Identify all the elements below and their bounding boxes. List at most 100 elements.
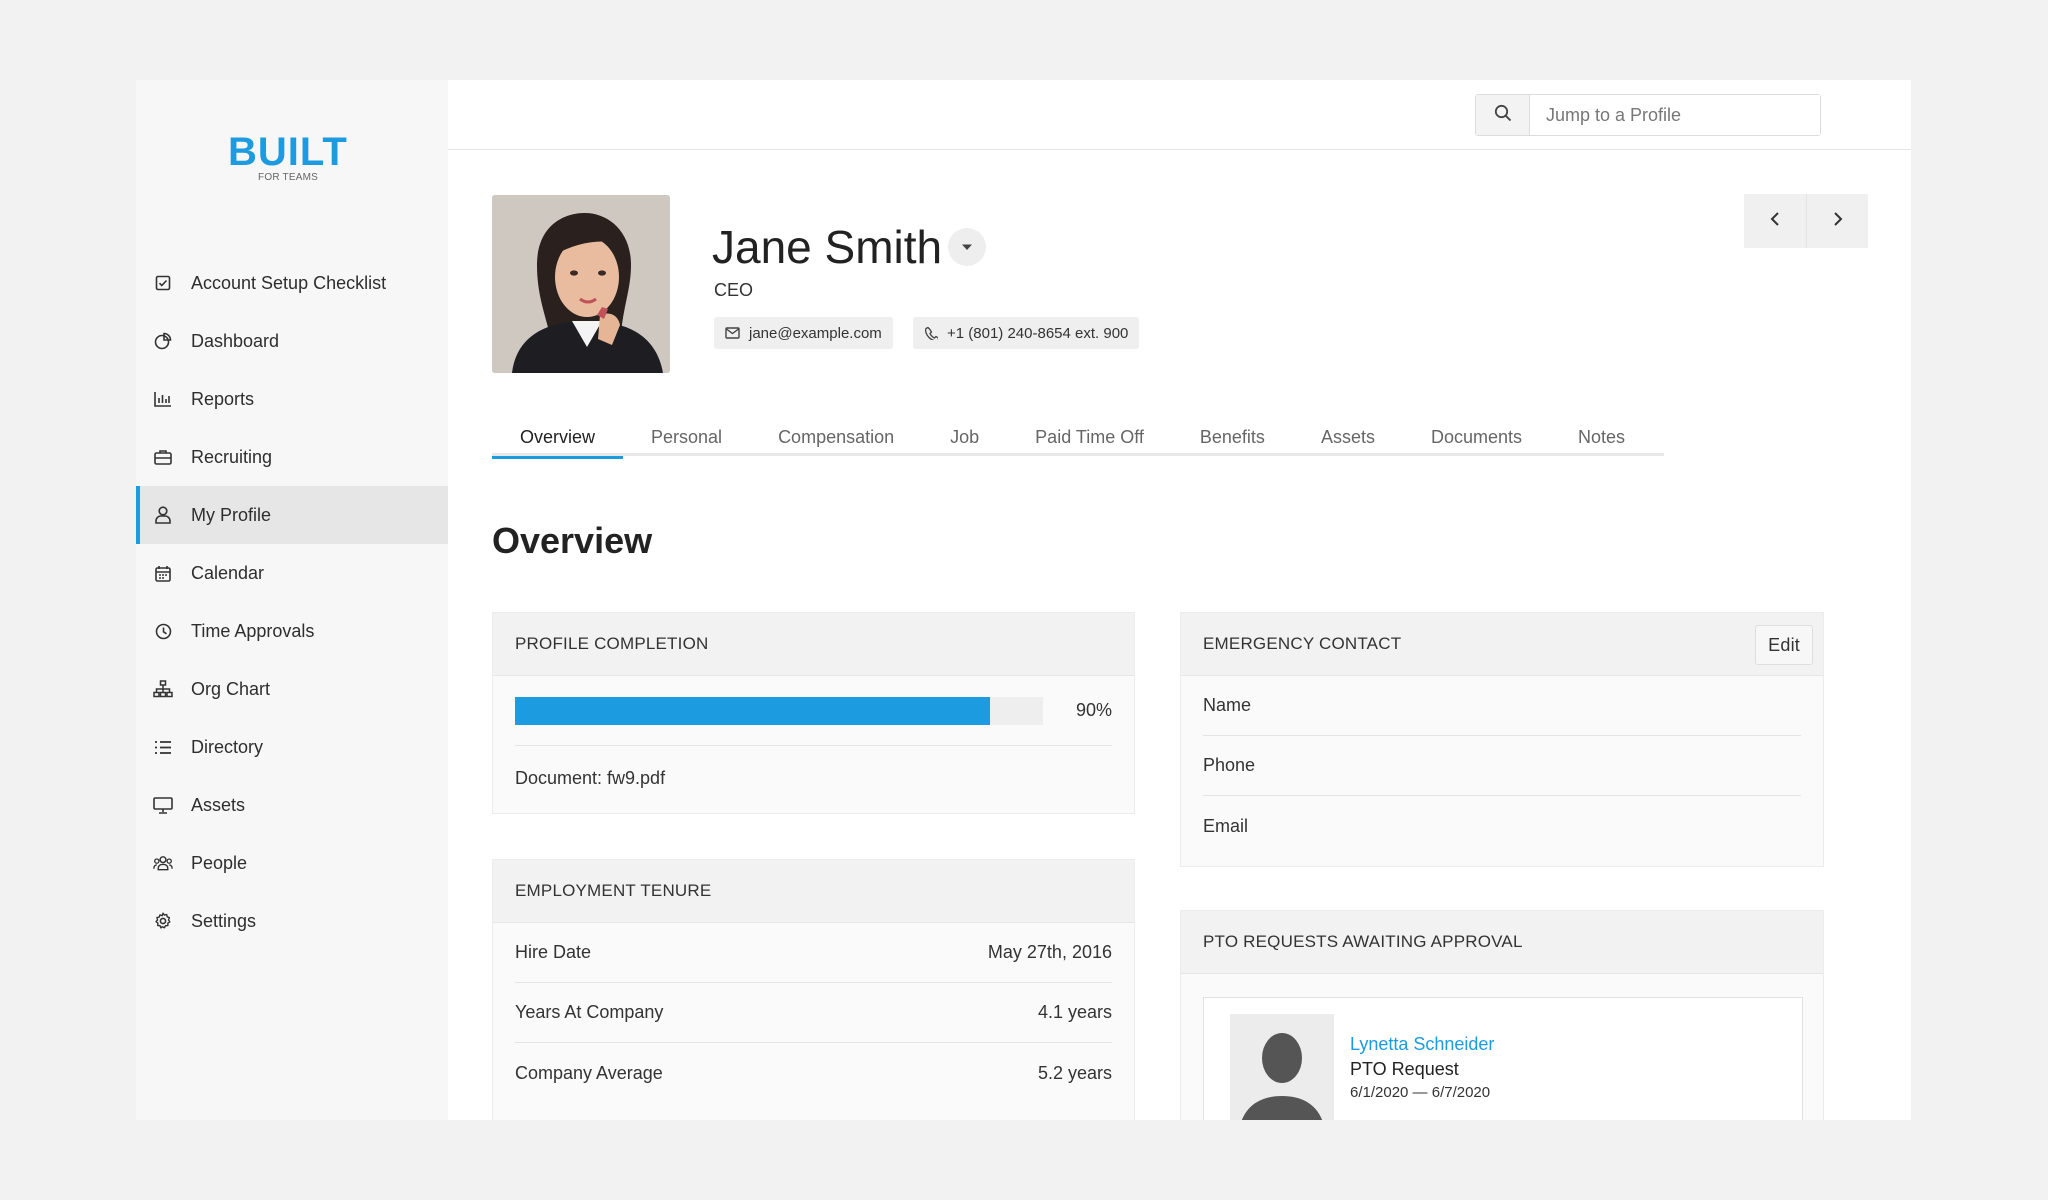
tab-personal[interactable]: Personal <box>623 418 750 456</box>
sidebar-item-label: Account Setup Checklist <box>191 272 387 293</box>
sidebar-item-directory[interactable]: Directory <box>136 718 448 776</box>
tenure-label: Company Average <box>515 1062 663 1083</box>
profile-search <box>1475 94 1821 136</box>
sidebar-item-label: Calendar <box>191 562 265 583</box>
phone-text: +1 (801) 240-8654 ext. 900 <box>947 324 1129 342</box>
tab-job[interactable]: Job <box>922 418 1007 456</box>
missing-document-row[interactable]: Document: fw9.pdf <box>515 746 1112 811</box>
profile-pager <box>1744 194 1868 248</box>
sidebar-item-label: Recruiting <box>191 446 273 467</box>
chevron-left-icon <box>1770 211 1780 232</box>
card-header-label: EMERGENCY CONTACT <box>1203 634 1402 653</box>
briefcase-icon <box>153 447 173 467</box>
caret-down-icon <box>961 238 973 256</box>
tenure-row: Company Average 5.2 years <box>515 1043 1112 1103</box>
emergency-contact-card: EMERGENCY CONTACT Edit Name Phone Email <box>1180 612 1824 867</box>
tab-overview[interactable]: Overview <box>492 418 624 459</box>
top-bar <box>448 80 1911 150</box>
emergency-field-label: Email <box>1203 815 1249 836</box>
app-frame: BUILT FOR TEAMS Account Setup Checklist … <box>136 80 1911 1120</box>
next-profile-button[interactable] <box>1806 194 1868 248</box>
sidebar-item-recruiting[interactable]: Recruiting <box>136 428 448 486</box>
sidebar-item-people[interactable]: People <box>136 834 448 892</box>
sidebar-item-label: Time Approvals <box>191 620 315 641</box>
email-text: jane@example.com <box>749 324 882 342</box>
sidebar-item-label: People <box>191 852 248 873</box>
gear-icon <box>153 911 173 931</box>
tab-paid-time-off[interactable]: Paid Time Off <box>1007 418 1172 456</box>
sidebar-item-time-approvals[interactable]: Time Approvals <box>136 602 448 660</box>
emergency-field-row: Phone <box>1203 736 1801 796</box>
profile-completion-row: 90% <box>515 676 1112 746</box>
user-icon <box>153 505 173 525</box>
card-header: EMPLOYMENT TENURE <box>493 860 1134 923</box>
default-avatar-icon <box>1230 1014 1334 1120</box>
card-header: EMERGENCY CONTACT Edit <box>1181 613 1823 676</box>
bar-chart-icon <box>153 389 173 409</box>
tab-notes[interactable]: Notes <box>1550 418 1653 456</box>
org-chart-icon <box>153 679 173 699</box>
emergency-field-label: Phone <box>1203 755 1256 775</box>
profile-photo <box>492 195 670 373</box>
monitor-icon <box>153 795 173 815</box>
sidebar-item-my-profile[interactable]: My Profile <box>136 486 448 544</box>
sidebar-item-label: My Profile <box>191 504 272 525</box>
sidebar-item-calendar[interactable]: Calendar <box>136 544 448 602</box>
sidebar-item-label: Dashboard <box>191 330 280 351</box>
sidebar-item-label: Org Chart <box>191 678 271 699</box>
phone-chip[interactable]: +1 (801) 240-8654 ext. 900 <box>913 317 1140 349</box>
email-chip[interactable]: jane@example.com <box>714 317 893 349</box>
emergency-field-label: Name <box>1203 695 1252 715</box>
sidebar-item-assets[interactable]: Assets <box>136 776 448 834</box>
tenure-label: Years At Company <box>515 1002 664 1022</box>
pto-request-type: PTO Request <box>1350 1059 1459 1079</box>
sidebar-item-settings[interactable]: Settings <box>136 892 448 950</box>
sidebar-item-org-chart[interactable]: Org Chart <box>136 660 448 718</box>
sidebar-item-label: Assets <box>191 794 246 815</box>
chevron-right-icon <box>1833 211 1843 232</box>
built-logo[interactable]: BUILT FOR TEAMS <box>228 130 348 186</box>
search-icon <box>1494 104 1512 127</box>
sidebar-item-account-setup-checklist[interactable]: Account Setup Checklist <box>136 254 448 312</box>
sidebar-item-label: Directory <box>191 736 264 757</box>
pto-requests-card: PTO REQUESTS AWAITING APPROVAL Lynetta S… <box>1180 910 1824 1120</box>
profile-actions-dropdown[interactable] <box>948 228 986 266</box>
phone-icon <box>924 326 938 340</box>
search-button[interactable] <box>1476 95 1530 135</box>
tenure-value: 5.2 years <box>1037 1062 1112 1083</box>
tab-assets[interactable]: Assets <box>1293 418 1403 456</box>
tab-documents[interactable]: Documents <box>1403 418 1550 456</box>
checkbox-icon <box>153 273 173 293</box>
pie-chart-icon <box>153 331 173 351</box>
logo-subtitle: FOR TEAMS <box>258 172 318 183</box>
people-icon <box>153 853 173 873</box>
card-header: PTO REQUESTS AWAITING APPROVAL <box>1181 911 1823 974</box>
employment-tenure-card: EMPLOYMENT TENURE Hire Date May 27th, 20… <box>492 859 1135 1120</box>
sidebar-nav: Account Setup Checklist Dashboard Report… <box>136 254 448 950</box>
tenure-label: Hire Date <box>515 942 592 962</box>
logo-wordmark: BUILT <box>228 130 348 174</box>
tenure-value: May 27th, 2016 <box>987 942 1112 962</box>
emergency-field-row: Name <box>1203 676 1801 736</box>
progress-fill <box>515 696 991 725</box>
edit-emergency-contact-button[interactable]: Edit <box>1755 625 1813 665</box>
card-header: PROFILE COMPLETION <box>493 613 1134 676</box>
clock-icon <box>153 621 173 641</box>
tab-benefits[interactable]: Benefits <box>1172 418 1293 456</box>
profile-completion-progress <box>515 696 1043 725</box>
emergency-field-row: Email <box>1203 796 1801 856</box>
pto-requester-link[interactable]: Lynetta Schneider <box>1350 1034 1494 1055</box>
sidebar-item-reports[interactable]: Reports <box>136 370 448 428</box>
previous-profile-button[interactable] <box>1744 194 1806 248</box>
profile-completion-card: PROFILE COMPLETION 90% Document: fw9.pdf <box>492 612 1135 814</box>
profile-name: Jane Smith <box>712 221 943 273</box>
sidebar-item-dashboard[interactable]: Dashboard <box>136 312 448 370</box>
pto-request-item[interactable]: Lynetta Schneider PTO Request 6/1/2020 —… <box>1203 997 1803 1120</box>
tab-compensation[interactable]: Compensation <box>750 418 922 456</box>
list-icon <box>153 737 173 757</box>
profile-tabs: Overview Personal Compensation Job Paid … <box>492 418 1664 459</box>
sidebar-item-label: Reports <box>191 388 255 409</box>
search-input[interactable] <box>1530 95 1820 135</box>
sidebar: BUILT FOR TEAMS Account Setup Checklist … <box>136 80 448 1120</box>
tenure-row: Years At Company 4.1 years <box>515 983 1112 1043</box>
